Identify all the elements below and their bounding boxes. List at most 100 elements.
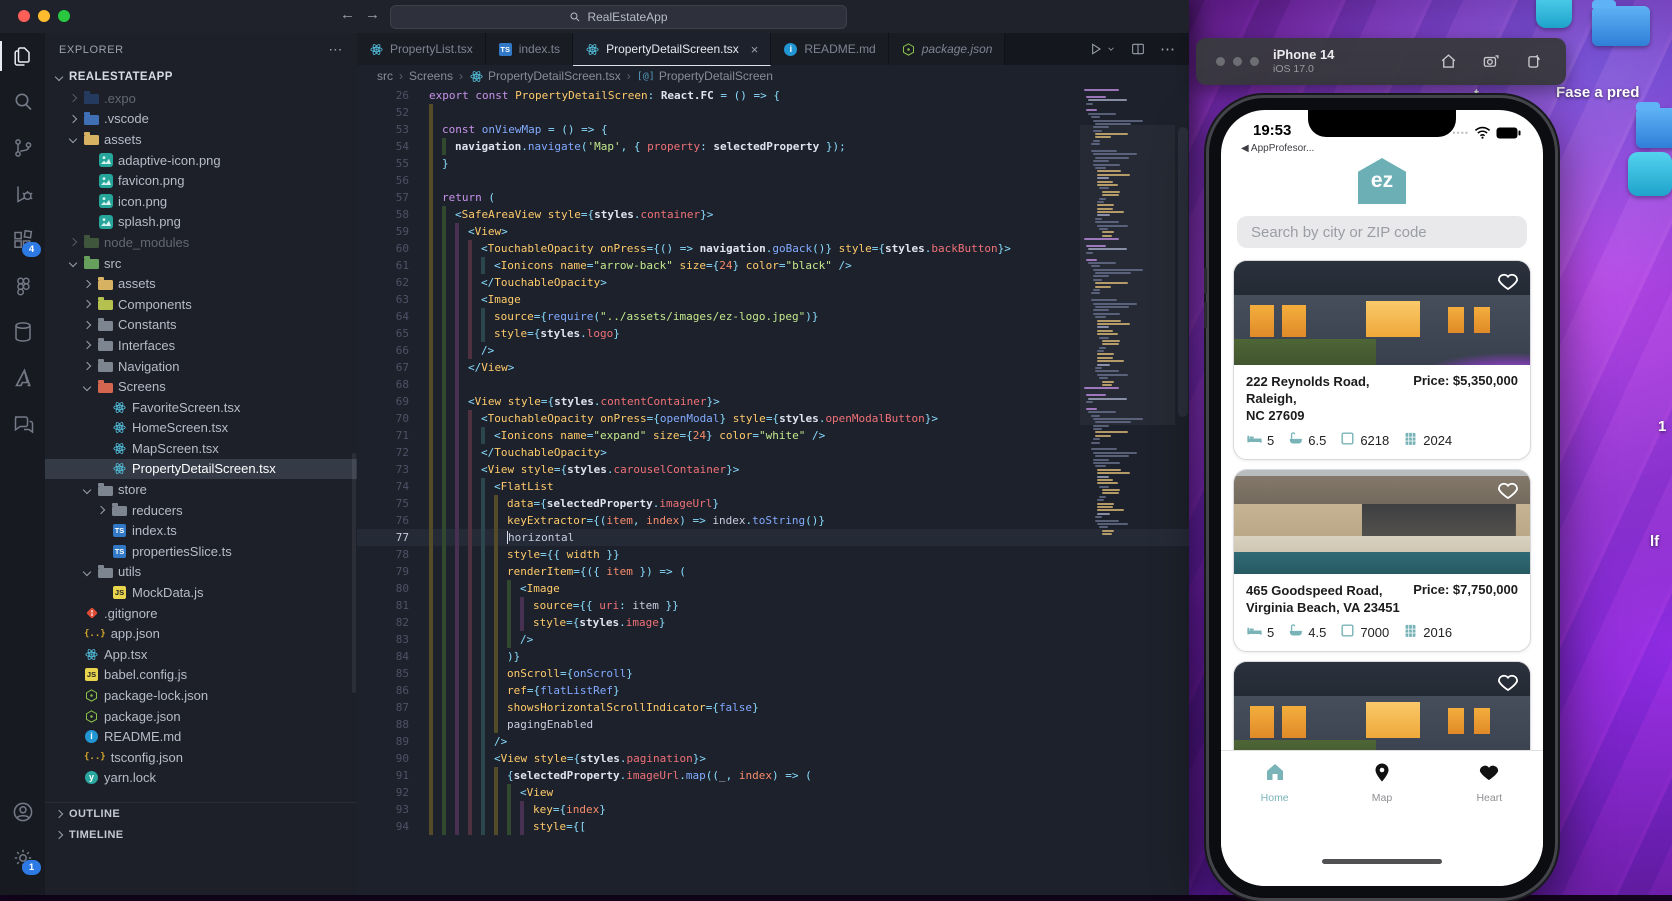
activity-database-icon[interactable] [0,309,45,355]
history-back-button[interactable]: ← [340,6,355,23]
editor-more-actions-icon[interactable]: ⋯ [1160,40,1175,58]
breadcrumb-item-PropertyDetailScreen.tsx[interactable]: PropertyDetailScreen.tsx [469,69,621,84]
tree-folder-assets[interactable]: assets [45,273,357,294]
code-line-69[interactable]: 69<View style={styles.contentContainer}> [357,393,1189,410]
tree-folder-assets[interactable]: assets [45,129,357,150]
code-line-62[interactable]: 62</TouchableOpacity> [357,274,1189,291]
code-line-54[interactable]: 54navigation.navigate('Map', { property:… [357,138,1189,155]
code-line-55[interactable]: 55} [357,155,1189,172]
tree-file-babel.config.js[interactable]: JSbabel.config.js [45,665,357,686]
activity-extensions-icon[interactable]: 4 [0,217,45,263]
chevron-down-icon[interactable] [81,381,93,393]
desktop-folder-icon[interactable] [1592,6,1650,46]
tree-folder-Navigation[interactable]: Navigation [45,356,357,377]
chevron-right-icon[interactable] [81,360,93,372]
zoom-window-button[interactable] [58,10,70,22]
tree-folder-store[interactable]: store [45,479,357,500]
simulator-screenshot-button[interactable] [1482,52,1501,71]
editor-tab-index.ts[interactable]: TSindex.ts [486,33,573,65]
chevron-right-icon[interactable] [95,504,107,516]
minimize-window-button[interactable] [38,10,50,22]
code-line-53[interactable]: 53const onViewMap = () => { [357,121,1189,138]
code-line-58[interactable]: 58<SafeAreaView style={styles.container}… [357,206,1189,223]
tree-folder-reducers[interactable]: reducers [45,500,357,521]
tree-folder-Constants[interactable]: Constants [45,315,357,336]
tree-folder-node_modules[interactable]: node_modules [45,232,357,253]
chevron-right-icon[interactable] [67,236,79,248]
code-line-67[interactable]: 67</View> [357,359,1189,376]
search-input[interactable]: Search by city or ZIP code [1237,216,1527,248]
tree-file-adaptive-icon.png[interactable]: adaptive-icon.png [45,150,357,171]
tree-file-index.ts[interactable]: TSindex.ts [45,520,357,541]
simulator-rotate-button[interactable] [1525,52,1544,71]
app-tab-map[interactable]: Map [1347,760,1417,886]
tree-file-FavoriteScreen.tsx[interactable]: FavoriteScreen.tsx [45,397,357,418]
editor-tab-README.md[interactable]: iREADME.md [771,33,888,65]
code-line-86[interactable]: 86ref={flatListRef} [357,682,1189,699]
activity-account-icon[interactable] [0,789,45,835]
code-line-90[interactable]: 90<View style={styles.pagination}> [357,750,1189,767]
tree-file-icon.png[interactable]: icon.png [45,191,357,212]
minimap[interactable] [1080,89,1175,889]
code-line-63[interactable]: 63<Image [357,291,1189,308]
code-line-56[interactable]: 56 [357,172,1189,189]
tree-file-package-lock.json[interactable]: package-lock.json [45,685,357,706]
tree-file-HomeScreen.tsx[interactable]: HomeScreen.tsx [45,418,357,439]
history-forward-button[interactable]: → [365,6,380,23]
code-line-59[interactable]: 59<View> [357,223,1189,240]
simulator-home-button[interactable] [1439,52,1458,71]
tree-file-App.tsx[interactable]: App.tsx [45,644,357,665]
volume-up-button[interactable] [1204,268,1207,294]
code-line-91[interactable]: 91{selectedProperty.imageUrl.map((_, ind… [357,767,1189,784]
code-line-65[interactable]: 65style={styles.logo} [357,325,1189,342]
code-line-88[interactable]: 88pagingEnabled [357,716,1189,733]
editor-tab-package.json[interactable]: package.json [889,33,1006,65]
activity-explorer-icon[interactable] [0,33,45,79]
desktop-folder-icon[interactable] [1636,108,1672,148]
code-line-68[interactable]: 68 [357,376,1189,393]
activity-figma-icon[interactable] [0,263,45,309]
activity-settings-icon[interactable]: 1 [0,835,45,881]
chevron-down-icon[interactable] [67,257,79,269]
back-to-app-link[interactable]: ◀ AppProfesor... [1241,143,1314,154]
tree-folder-utils[interactable]: utils [45,562,357,583]
code-line-66[interactable]: 66/> [357,342,1189,359]
code-line-78[interactable]: 78style={{ width }} [357,546,1189,563]
activity-azure-icon[interactable] [0,355,45,401]
activity-source-control-icon[interactable] [0,125,45,171]
tree-folder-Components[interactable]: Components [45,294,357,315]
tree-file-favicon.png[interactable]: favicon.png [45,170,357,191]
favorite-heart-icon[interactable] [1496,670,1520,694]
property-photo[interactable] [1234,261,1530,365]
activity-run-and-debug-icon[interactable] [0,171,45,217]
tree-folder-.vscode[interactable]: .vscode [45,109,357,130]
code-line-84[interactable]: 84)} [357,648,1189,665]
editor-scrollbar[interactable] [1178,127,1188,417]
chevron-right-icon[interactable] [81,278,93,290]
code-line-26[interactable]: 26export const PropertyDetailScreen: Rea… [357,87,1189,104]
tree-file-tsconfig.json[interactable]: {..}tsconfig.json [45,747,357,768]
chevron-right-icon[interactable] [67,92,79,104]
chevron-down-icon[interactable] [67,133,79,145]
home-indicator[interactable] [1322,859,1442,864]
chevron-right-icon[interactable] [67,113,79,125]
chevron-down-icon[interactable] [81,484,93,496]
tree-file-package.json[interactable]: package.json [45,706,357,727]
sidebar-panel-timeline[interactable]: TIMELINE [45,824,357,845]
breadcrumb-item-src[interactable]: src [377,69,393,83]
tree-file-yarn.lock[interactable]: yyarn.lock [45,768,357,789]
volume-down-button[interactable] [1204,302,1207,328]
code-line-89[interactable]: 89/> [357,733,1189,750]
tree-file-splash.png[interactable]: splash.png [45,212,357,233]
sidebar-panel-outline[interactable]: OUTLINE [45,803,357,824]
code-line-93[interactable]: 93key={index} [357,801,1189,818]
activity-chat-icon[interactable] [0,401,45,447]
code-line-85[interactable]: 85onScroll={onScroll} [357,665,1189,682]
tree-file-app.json[interactable]: {..}app.json [45,623,357,644]
tree-file-MapScreen.tsx[interactable]: MapScreen.tsx [45,438,357,459]
desktop-app-icon[interactable] [1536,0,1572,28]
simulator-zoom-button[interactable] [1250,57,1259,66]
explorer-more-actions-icon[interactable]: ⋯ [328,41,343,58]
code-line-76[interactable]: 76keyExtractor={(item, index) => index.t… [357,512,1189,529]
tree-folder-Interfaces[interactable]: Interfaces [45,335,357,356]
